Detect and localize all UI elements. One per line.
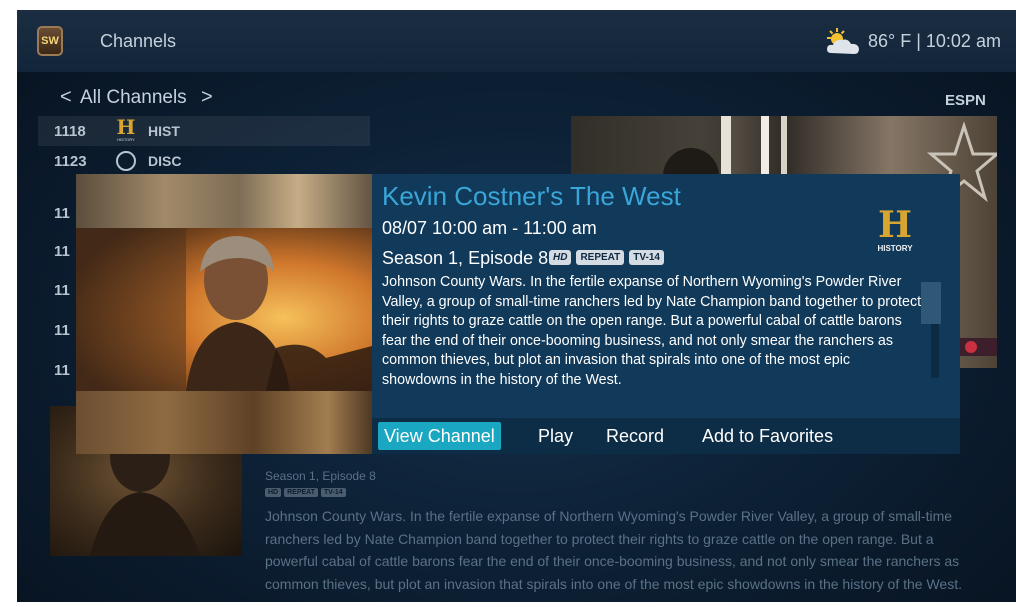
- detail-episode-label: Season 1, Episode 8: [265, 469, 376, 483]
- discovery-icon: [116, 151, 136, 171]
- badge-hd: HD: [265, 488, 282, 497]
- channel-row-disc[interactable]: 1123 DISC: [38, 146, 370, 176]
- history-icon: H HISTORY: [877, 204, 913, 254]
- weather-partly-sunny-icon: [827, 28, 859, 54]
- channel-number: 1123: [54, 153, 87, 170]
- program-key-art: [76, 174, 372, 454]
- art-bottom-strip: [76, 391, 372, 454]
- next-category-arrow[interactable]: >: [201, 86, 213, 109]
- prev-category-arrow[interactable]: <: [60, 86, 72, 109]
- app-logo-icon: SW: [37, 26, 63, 56]
- channel-row-partial[interactable]: 11: [54, 205, 70, 222]
- channel-number: 1118: [54, 123, 86, 140]
- program-title: Kevin Costner's The West: [382, 181, 681, 211]
- page-title: Channels: [100, 31, 177, 51]
- channel-row-partial[interactable]: 11: [54, 362, 70, 379]
- program-airtime: 08/07 10:00 am - 11:00 am: [382, 218, 597, 238]
- weather-time-status: 86° F | 10:02 am: [868, 31, 1001, 51]
- program-description: Johnson County Wars. In the fertile expa…: [382, 274, 922, 388]
- category-label: All Channels: [80, 87, 187, 108]
- channel-name: HIST: [148, 123, 180, 139]
- tv-screen: SW Channels 86° F | 10:02 am < All Chann…: [17, 10, 1016, 602]
- history-icon: H HISTORY: [116, 115, 136, 142]
- program-episode: Season 1, Episode 8: [382, 248, 549, 268]
- program-badges: HD REPEAT TV-14: [549, 250, 669, 268]
- badge-repeat: REPEAT: [576, 250, 625, 265]
- header-bar: SW Channels 86° F | 10:02 am: [17, 10, 1016, 72]
- record-button[interactable]: Record: [606, 422, 664, 450]
- badge-rating: TV-14: [629, 250, 664, 265]
- channel-row-partial[interactable]: 11: [54, 322, 70, 339]
- play-button[interactable]: Play: [538, 422, 573, 450]
- detail-description: Johnson County Wars. In the fertile expa…: [265, 508, 962, 592]
- view-channel-button[interactable]: View Channel: [378, 422, 501, 450]
- detail-badges: HD REPEAT TV-14: [265, 488, 349, 506]
- action-bar: View Channel Play Record Add to Favorite…: [372, 418, 960, 454]
- channel-row-hist[interactable]: 1118 H HISTORY HIST: [38, 116, 370, 146]
- program-info-panel: Kevin Costner's The West 08/07 10:00 am …: [372, 174, 960, 418]
- add-to-favorites-button[interactable]: Add to Favorites: [702, 422, 833, 450]
- channel-row-partial[interactable]: 11: [54, 243, 70, 260]
- key-art-image: [76, 228, 372, 391]
- channel-name: DISC: [148, 153, 182, 169]
- art-top-strip: [76, 174, 372, 228]
- preview-channel-label: ESPN: [945, 92, 986, 109]
- badge-hd: HD: [549, 250, 572, 265]
- program-info-modal: Kevin Costner's The West 08/07 10:00 am …: [76, 174, 960, 454]
- badge-repeat: REPEAT: [284, 488, 318, 497]
- channel-row-partial[interactable]: 11: [54, 282, 70, 299]
- scrollbar-thumb[interactable]: [921, 282, 941, 324]
- badge-rating: TV-14: [321, 488, 346, 497]
